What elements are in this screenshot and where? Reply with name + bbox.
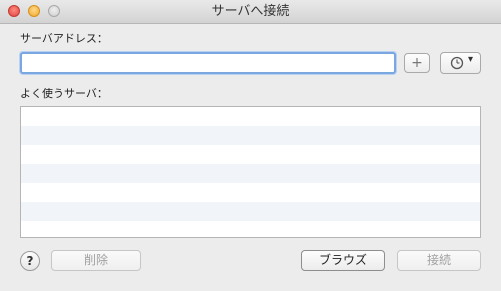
window-title: サーバへ接続: [211, 4, 290, 19]
list-row[interactable]: [21, 183, 480, 202]
connect-to-server-window: サーバへ接続 サーバアドレス： + ▾ よく使うサーバ： ? 削除 ブラウズ 接…: [0, 0, 501, 291]
remove-button[interactable]: 削除: [51, 250, 141, 271]
title-bar[interactable]: サーバへ接続: [0, 0, 501, 24]
add-favorite-button[interactable]: +: [404, 53, 430, 73]
server-address-label: サーバアドレス：: [20, 32, 108, 45]
chevron-down-icon: ▾: [468, 54, 474, 65]
browse-button[interactable]: ブラウズ: [301, 250, 385, 271]
list-row[interactable]: [21, 202, 480, 221]
list-row[interactable]: [21, 221, 480, 237]
server-address-input[interactable]: [20, 52, 396, 74]
connect-button[interactable]: 接続: [397, 250, 481, 271]
plus-icon: +: [411, 55, 423, 71]
help-button[interactable]: ?: [20, 251, 40, 271]
recent-servers-button[interactable]: ▾: [440, 52, 481, 74]
clock-icon: [450, 56, 464, 70]
question-mark-icon: ?: [26, 254, 34, 268]
list-row[interactable]: [21, 145, 480, 164]
list-row[interactable]: [21, 126, 480, 145]
favorite-servers-label: よく使うサーバ：: [20, 87, 108, 100]
favorite-servers-list[interactable]: [20, 106, 481, 238]
list-row[interactable]: [21, 164, 480, 183]
list-row[interactable]: [21, 107, 480, 126]
